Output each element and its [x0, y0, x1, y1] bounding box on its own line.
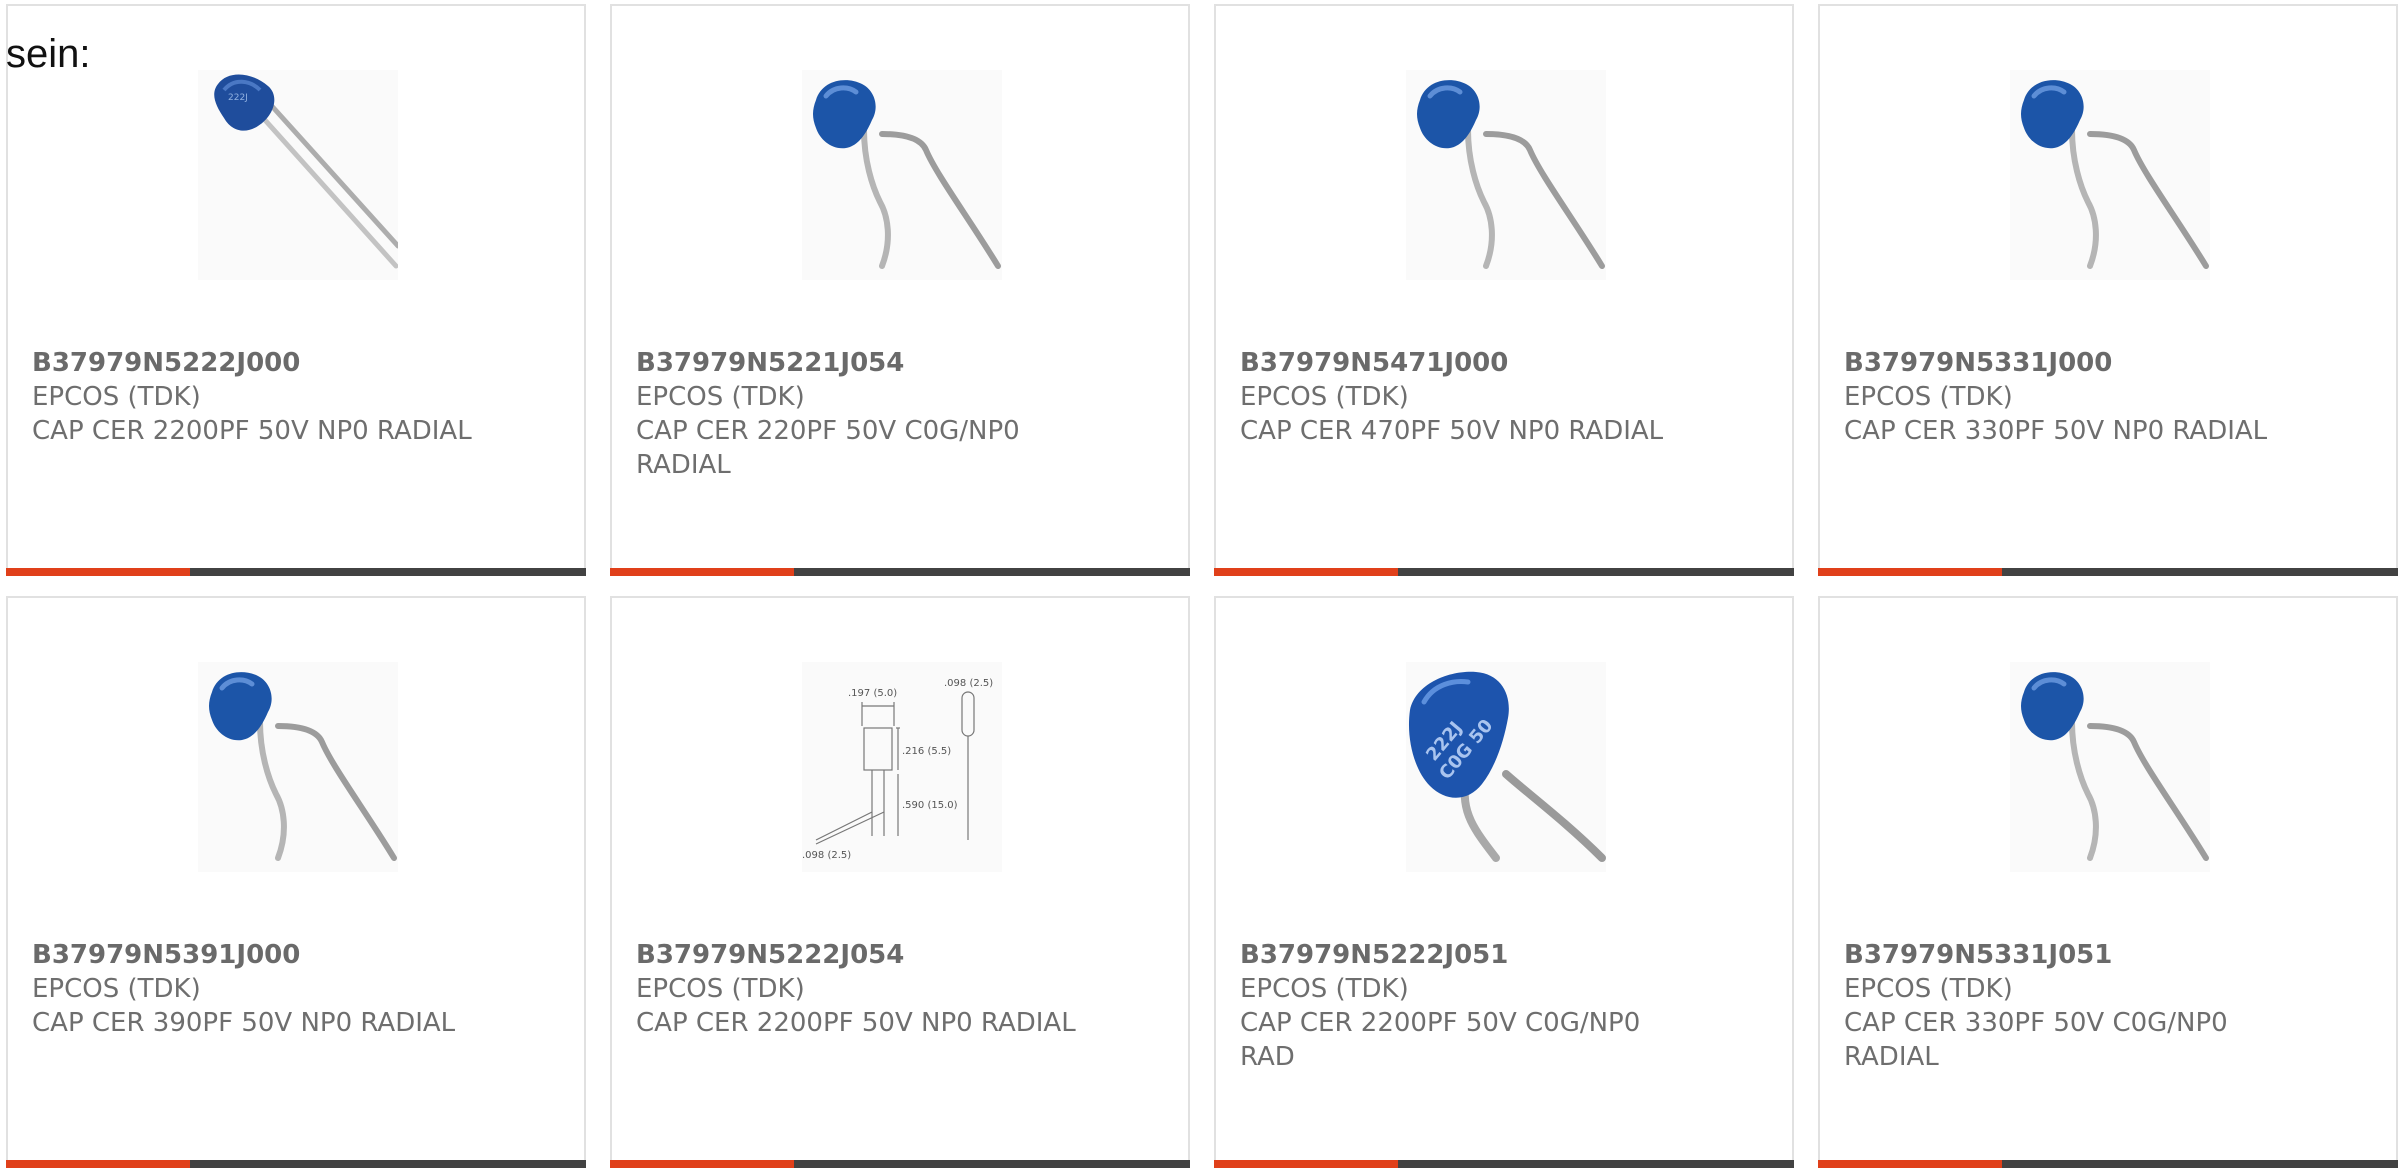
product-card[interactable]: 222J B37979N5222J000 EPCOS (TDK) CAP CER…	[6, 4, 586, 576]
part-number[interactable]: B37979N5221J054	[636, 346, 1086, 380]
product-grid: 222J B37979N5222J000 EPCOS (TDK) CAP CER…	[6, 4, 2400, 1168]
part-number[interactable]: B37979N5331J000	[1844, 346, 2294, 380]
dimension-drawing-image[interactable]: .197 (5.0) .098 (2.5) .216 (5.5) .590 (1…	[802, 662, 1002, 872]
card-bottom-bar	[610, 568, 1190, 576]
description: CAP CER 220PF 50V C0G/NP0 RADIAL	[636, 416, 1020, 480]
product-info: B37979N5471J000 EPCOS (TDK) CAP CER 470P…	[1240, 346, 1690, 448]
card-accent-bar	[610, 1160, 794, 1168]
product-info: B37979N5222J000 EPCOS (TDK) CAP CER 2200…	[32, 346, 482, 448]
card-bottom-bar	[1214, 1160, 1794, 1168]
drawing-label: .098 (2.5)	[802, 850, 851, 861]
description: CAP CER 2200PF 50V C0G/NP0 RAD	[1240, 1008, 1641, 1072]
product-card[interactable]: B37979N5391J000 EPCOS (TDK) CAP CER 390P…	[6, 596, 586, 1168]
card-accent-bar	[1818, 568, 2002, 576]
card-bottom-bar	[1818, 568, 2398, 576]
manufacturer: EPCOS (TDK)	[1844, 974, 2013, 1004]
drawing-label: .216 (5.5)	[902, 746, 951, 757]
manufacturer: EPCOS (TDK)	[32, 974, 201, 1004]
description: CAP CER 470PF 50V NP0 RADIAL	[1240, 416, 1664, 446]
product-info: B37979N5391J000 EPCOS (TDK) CAP CER 390P…	[32, 938, 482, 1040]
part-number[interactable]: B37979N5222J051	[1240, 938, 1690, 972]
product-card[interactable]: B37979N5221J054 EPCOS (TDK) CAP CER 220P…	[610, 4, 1190, 576]
card-accent-bar	[1818, 1160, 2002, 1168]
manufacturer: EPCOS (TDK)	[636, 382, 805, 412]
manufacturer: EPCOS (TDK)	[1240, 382, 1409, 412]
card-bottom-bar	[610, 1160, 1190, 1168]
card-accent-bar	[610, 568, 794, 576]
card-bottom-bar	[1818, 1160, 2398, 1168]
product-info: B37979N5222J051 EPCOS (TDK) CAP CER 2200…	[1240, 938, 1690, 1074]
card-accent-bar	[1214, 1160, 1398, 1168]
svg-text:222J: 222J	[228, 93, 248, 103]
part-number[interactable]: B37979N5331J051	[1844, 938, 2294, 972]
product-info: B37979N5222J054 EPCOS (TDK) CAP CER 2200…	[636, 938, 1086, 1040]
capacitor-image[interactable]: 222J	[198, 70, 398, 280]
part-number[interactable]: B37979N5391J000	[32, 938, 482, 972]
capacitor-image[interactable]	[1406, 70, 1606, 280]
product-info: B37979N5331J051 EPCOS (TDK) CAP CER 330P…	[1844, 938, 2294, 1074]
description: CAP CER 390PF 50V NP0 RADIAL	[32, 1008, 456, 1038]
capacitor-image[interactable]	[802, 70, 1002, 280]
card-bottom-bar	[6, 568, 586, 576]
description: CAP CER 330PF 50V C0G/NP0 RADIAL	[1844, 1008, 2228, 1072]
drawing-label: .590 (15.0)	[902, 800, 958, 811]
part-number[interactable]: B37979N5471J000	[1240, 346, 1690, 380]
product-card[interactable]: B37979N5331J051 EPCOS (TDK) CAP CER 330P…	[1818, 596, 2398, 1168]
drawing-label: .098 (2.5)	[944, 678, 993, 689]
part-number[interactable]: B37979N5222J000	[32, 346, 482, 380]
capacitor-image[interactable]	[198, 662, 398, 872]
intro-text: sein:	[6, 32, 91, 76]
card-accent-bar	[6, 568, 190, 576]
product-card[interactable]: B37979N5471J000 EPCOS (TDK) CAP CER 470P…	[1214, 4, 1794, 576]
product-info: B37979N5221J054 EPCOS (TDK) CAP CER 220P…	[636, 346, 1086, 482]
part-number[interactable]: B37979N5222J054	[636, 938, 1086, 972]
manufacturer: EPCOS (TDK)	[1844, 382, 2013, 412]
description: CAP CER 330PF 50V NP0 RADIAL	[1844, 416, 2268, 446]
card-accent-bar	[6, 1160, 190, 1168]
capacitor-image[interactable]	[2010, 70, 2210, 280]
product-info: B37979N5331J000 EPCOS (TDK) CAP CER 330P…	[1844, 346, 2294, 448]
capacitor-image[interactable]: 222J C0G 50	[1406, 662, 1606, 872]
manufacturer: EPCOS (TDK)	[1240, 974, 1409, 1004]
card-bottom-bar	[1214, 568, 1794, 576]
manufacturer: EPCOS (TDK)	[636, 974, 805, 1004]
manufacturer: EPCOS (TDK)	[32, 382, 201, 412]
capacitor-image[interactable]	[2010, 662, 2210, 872]
drawing-label: .197 (5.0)	[848, 688, 897, 699]
card-accent-bar	[1214, 568, 1398, 576]
product-card[interactable]: B37979N5331J000 EPCOS (TDK) CAP CER 330P…	[1818, 4, 2398, 576]
description: CAP CER 2200PF 50V NP0 RADIAL	[32, 416, 472, 446]
product-card[interactable]: 222J C0G 50 B37979N5222J051 EPCOS (TDK) …	[1214, 596, 1794, 1168]
description: CAP CER 2200PF 50V NP0 RADIAL	[636, 1008, 1076, 1038]
card-bottom-bar	[6, 1160, 586, 1168]
product-card[interactable]: .197 (5.0) .098 (2.5) .216 (5.5) .590 (1…	[610, 596, 1190, 1168]
